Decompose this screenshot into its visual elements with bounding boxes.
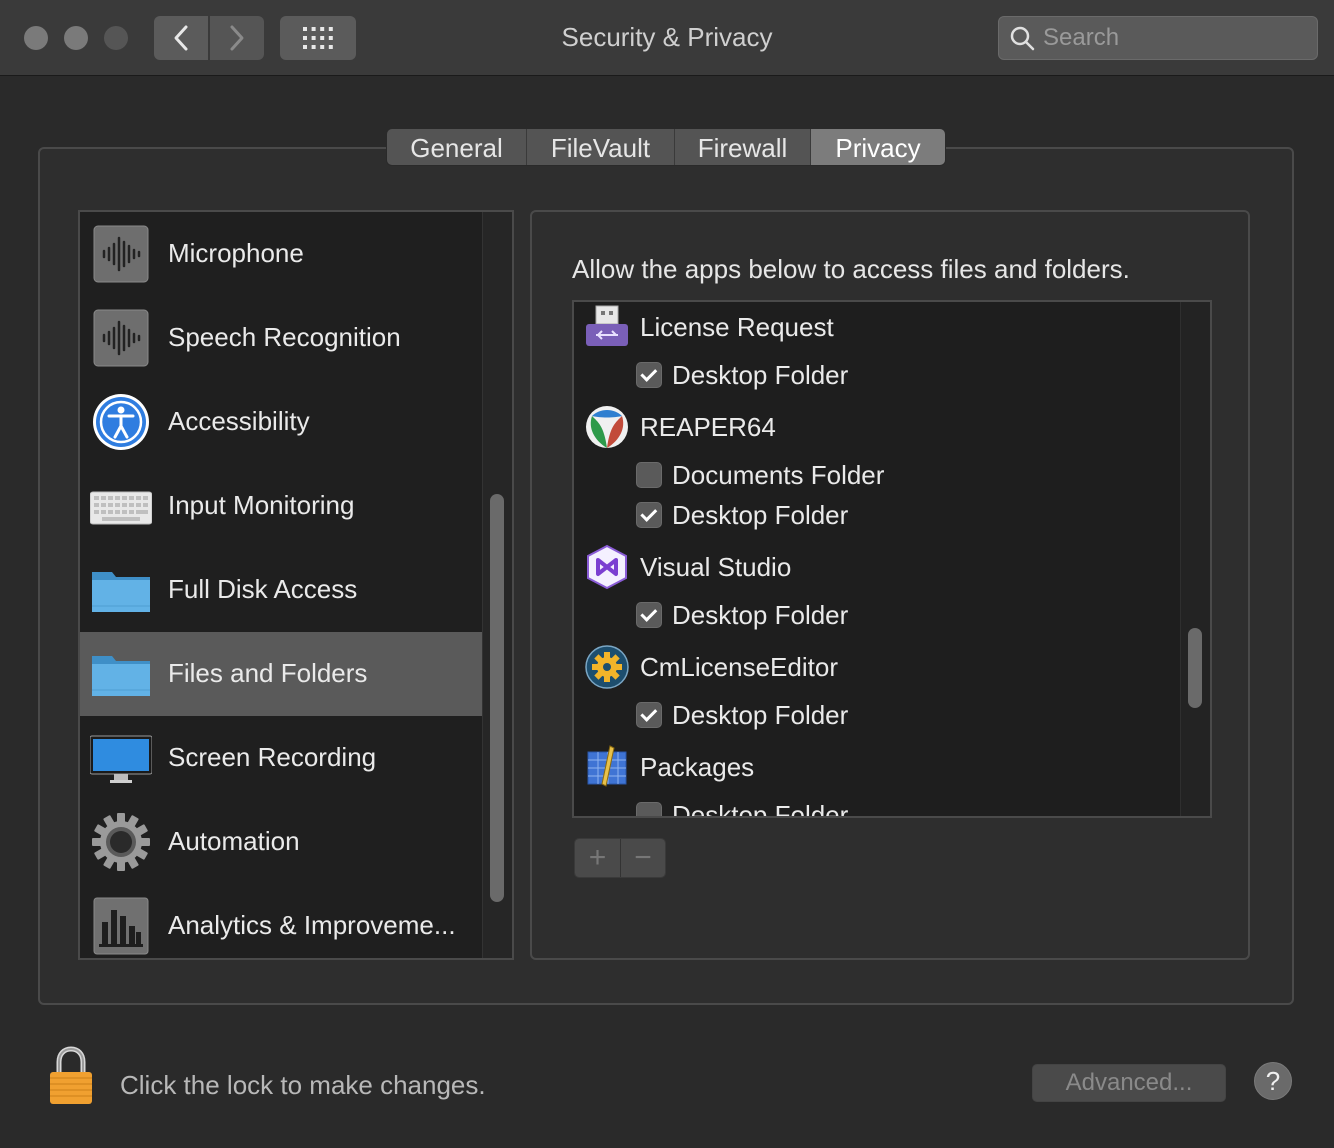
remove-app-button[interactable]: − [619,839,665,877]
app-list-scrollbar-thumb[interactable] [1188,628,1202,708]
folder-icon [92,572,150,612]
cm-license-gear-icon [585,645,629,689]
search-input[interactable] [1043,24,1303,52]
permission-label: Desktop Folder [672,600,849,630]
grid-icon [303,27,333,49]
permission-row[interactable]: Desktop Folder [574,796,1174,818]
permission-row[interactable]: Documents Folder [574,456,1174,496]
sidebar-item-full-disk-access[interactable]: Full Disk Access [80,548,482,632]
lock-icon[interactable] [46,1046,96,1106]
add-remove-control: + − [574,838,666,878]
sidebar-item-label: Input Monitoring [168,490,355,520]
sidebar-scrollbar[interactable] [482,212,512,958]
app-list-scrollbar[interactable] [1180,302,1210,816]
app-row-packages[interactable]: Packages [574,742,1174,792]
sidebar-item-label: Microphone [168,238,304,268]
sidebar-item-label: Analytics & Improveme... [168,910,456,940]
permission-row[interactable]: Desktop Folder [574,496,1174,536]
permission-checkbox[interactable] [636,802,662,816]
advanced-button[interactable]: Advanced... [1032,1064,1226,1102]
sidebar-item-label: Files and Folders [168,658,368,688]
sidebar-item-analytics[interactable]: Analytics & Improveme... [80,884,482,958]
search-field[interactable] [998,16,1318,60]
sidebar-item-label: Automation [168,826,300,856]
app-permission-list[interactable]: License Request Desktop Folder REAPER64 … [572,300,1212,818]
zoom-window-button[interactable] [104,26,128,50]
visual-studio-icon [587,544,627,590]
show-all-button[interactable] [280,16,356,60]
sidebar-item-label: Accessibility [168,406,310,436]
gear-icon [92,813,150,871]
privacy-category-list[interactable]: Microphone Speech Recognition Accessibil… [78,210,514,960]
permission-row[interactable]: Desktop Folder [574,596,1174,636]
permission-checkbox[interactable] [636,702,662,728]
reaper-icon [586,406,628,448]
tab-general[interactable]: General [387,129,527,165]
sidebar-item-input-monitoring[interactable]: Input Monitoring [80,464,482,548]
sidebar-item-microphone[interactable]: Microphone [80,212,482,296]
app-row-visual-studio[interactable]: Visual Studio [574,542,1174,592]
help-button[interactable]: ? [1254,1062,1292,1100]
add-app-button[interactable]: + [575,839,620,877]
chevron-left-icon [174,25,188,51]
speech-waveform-icon [93,309,149,367]
minimize-window-button[interactable] [64,26,88,50]
packages-icon [587,745,627,787]
app-row-reaper64[interactable]: REAPER64 [574,402,1174,452]
permission-label: Desktop Folder [672,700,849,730]
accessibility-icon [93,394,149,450]
permission-checkbox[interactable] [636,602,662,628]
sidebar-item-automation[interactable]: Automation [80,800,482,884]
tab-privacy[interactable]: Privacy [811,129,945,165]
permission-label: Documents Folder [672,460,885,490]
app-name: Packages [640,752,755,782]
search-icon [1010,26,1035,51]
microphone-waveform-icon [93,225,149,283]
sidebar-item-label: Screen Recording [168,742,377,772]
permission-checkbox[interactable] [636,502,662,528]
app-name: REAPER64 [640,412,776,442]
pane-description: Allow the apps below to access files and… [572,254,1130,284]
close-window-button[interactable] [24,26,48,50]
lock-message: Click the lock to make changes. [120,1070,486,1100]
display-icon [90,735,152,783]
usb-drive-icon [586,305,628,346]
permission-label: Desktop Folder [672,360,849,390]
permission-checkbox[interactable] [636,462,662,488]
permission-checkbox[interactable] [636,362,662,388]
tab-bar: General FileVault Firewall Privacy [386,128,946,166]
keyboard-icon [90,491,152,525]
permission-label: Desktop Folder [672,500,849,530]
app-name: License Request [640,312,834,342]
chevron-right-icon [230,25,244,51]
permission-row[interactable]: Desktop Folder [574,696,1174,736]
sidebar-item-files-and-folders[interactable]: Files and Folders [80,632,482,716]
sidebar-item-accessibility[interactable]: Accessibility [80,380,482,464]
permission-row[interactable]: Desktop Folder [574,356,1174,396]
forward-button[interactable] [210,16,264,60]
tab-firewall[interactable]: Firewall [675,129,811,165]
back-button[interactable] [154,16,208,60]
permission-label: Desktop Folder [672,800,849,818]
sidebar-item-label: Speech Recognition [168,322,401,352]
sidebar-item-speech-recognition[interactable]: Speech Recognition [80,296,482,380]
analytics-chart-icon [93,897,149,955]
app-row-license-request[interactable]: License Request [574,302,1174,352]
files-and-folders-pane: Allow the apps below to access files and… [530,210,1250,960]
folder-icon [92,656,150,696]
app-name: CmLicenseEditor [640,652,838,682]
app-row-cmlicenseeditor[interactable]: CmLicenseEditor [574,642,1174,692]
tab-filevault[interactable]: FileVault [527,129,675,165]
sidebar-item-screen-recording[interactable]: Screen Recording [80,716,482,800]
app-name: Visual Studio [640,552,792,582]
title-bar: Security & Privacy [0,0,1334,76]
sidebar-scrollbar-thumb[interactable] [490,494,504,902]
sidebar-item-label: Full Disk Access [168,574,358,604]
